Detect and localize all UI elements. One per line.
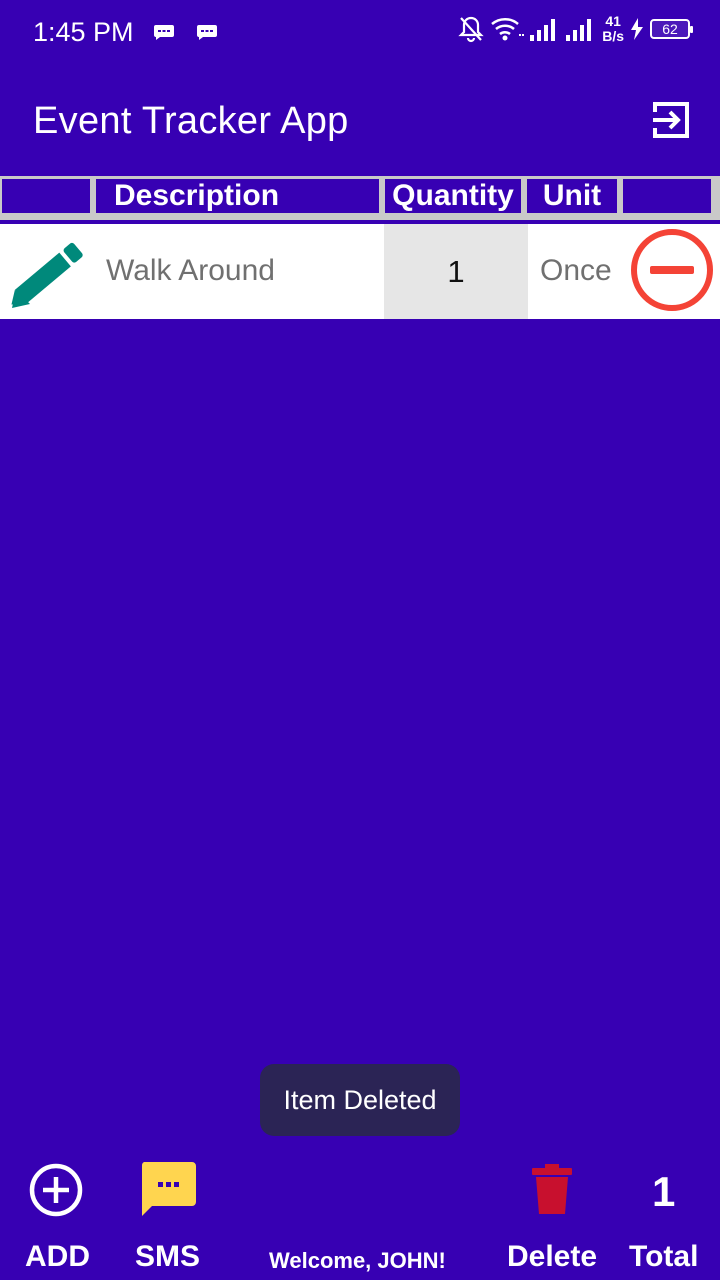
toast-message: Item Deleted: [260, 1064, 460, 1136]
page-title: Event Tracker App: [33, 100, 349, 142]
header-cell-description: Description: [96, 179, 379, 213]
sms-icon[interactable]: [140, 1162, 196, 1216]
status-time: 1:45 PM: [33, 17, 134, 47]
network-speed-unit: B/s: [602, 28, 624, 44]
total-count: 1: [652, 1168, 676, 1215]
welcome-text: Welcome, JOHN!: [269, 1248, 446, 1273]
delete-button[interactable]: Delete: [507, 1240, 597, 1274]
network-speed: 41 B/s: [602, 14, 624, 44]
add-circle-icon[interactable]: [28, 1162, 84, 1218]
battery-indicator: 62: [650, 19, 693, 39]
bell-muted-icon: [458, 16, 484, 43]
network-speed-value: 41: [605, 13, 621, 29]
sms-button[interactable]: SMS: [135, 1240, 200, 1274]
row-quantity: 1: [384, 224, 528, 319]
table-header: Description Quantity Unit: [0, 176, 720, 220]
header-cell-unit: Unit: [527, 179, 617, 213]
wifi-icon: [491, 17, 525, 41]
total-label: Total: [629, 1240, 699, 1273]
signal-icon: [566, 19, 592, 41]
message-notification-icon: [154, 25, 174, 40]
header-cell-edit: [2, 179, 90, 213]
signal-icon: [530, 19, 556, 41]
charging-icon: [631, 18, 643, 40]
header-cell-quantity: Quantity: [385, 179, 521, 213]
trash-icon[interactable]: [532, 1164, 572, 1214]
status-bar: 1:45 PM 41 B/s 62: [0, 0, 720, 66]
remove-circle-icon[interactable]: [630, 228, 714, 312]
message-notification-icon: [197, 25, 217, 40]
row-unit: Once: [540, 254, 612, 287]
row-description: Walk Around: [106, 254, 275, 287]
header-cell-remove: [623, 179, 711, 213]
logout-icon[interactable]: [651, 100, 691, 140]
add-button[interactable]: ADD: [25, 1240, 90, 1274]
pencil-edit-icon[interactable]: [10, 234, 88, 312]
table-row[interactable]: Walk Around 1 Once: [0, 224, 720, 319]
